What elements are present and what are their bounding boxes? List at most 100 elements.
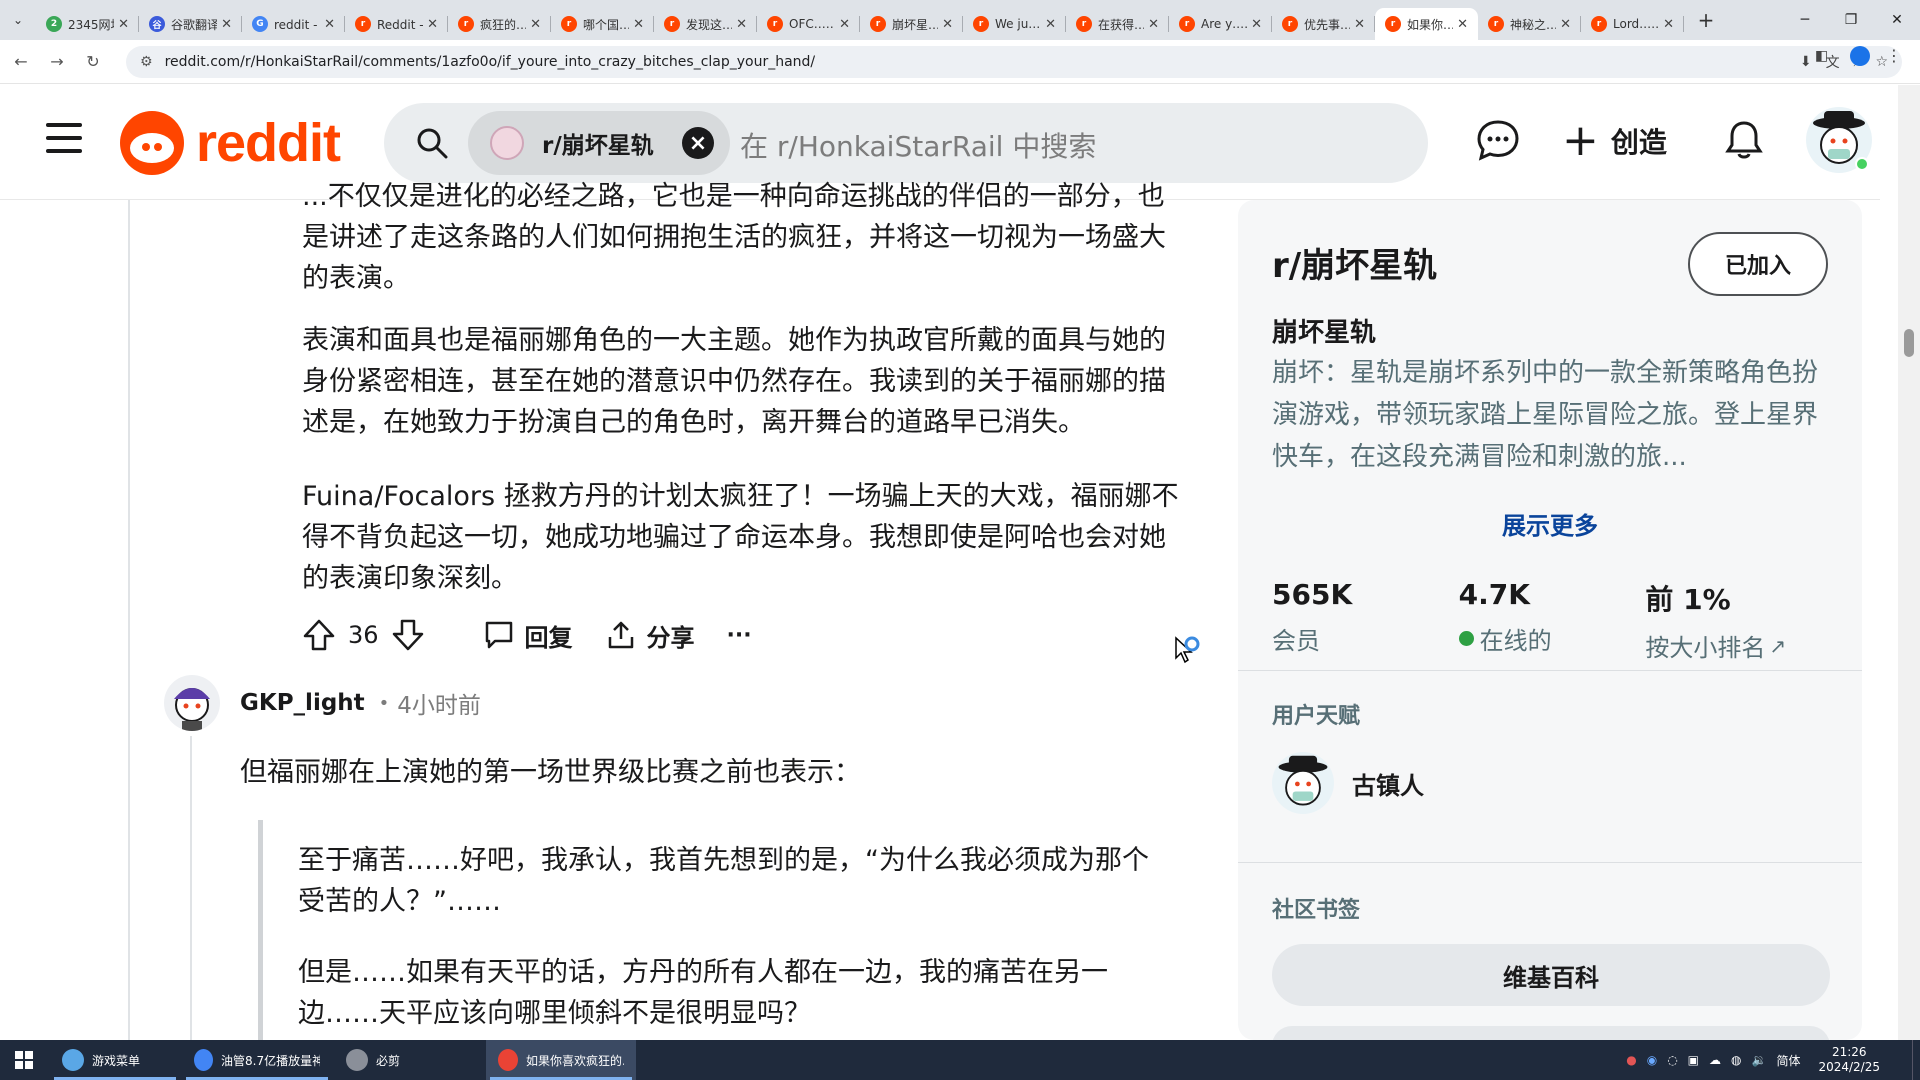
show-desktop-button[interactable] bbox=[1912, 1040, 1920, 1080]
site-info-icon[interactable]: ⚙ bbox=[140, 54, 153, 70]
browser-tab[interactable]: r 神秘之…… ✕ bbox=[1478, 8, 1581, 40]
tab-close-icon[interactable]: ✕ bbox=[1663, 17, 1674, 32]
notification-bell-icon[interactable] bbox=[1724, 119, 1764, 161]
tab-search-chevron-icon[interactable]: ⌄ bbox=[0, 0, 36, 40]
close-window-icon[interactable]: ✕ bbox=[1874, 0, 1920, 40]
tab-close-icon[interactable]: ✕ bbox=[427, 17, 438, 32]
volume-icon[interactable]: 🔉 bbox=[1752, 1053, 1767, 1067]
search-input[interactable]: 在 r/HonkaiStarRail 中搜索 bbox=[740, 125, 1096, 165]
reload-icon[interactable]: ↻ bbox=[78, 47, 108, 77]
browser-tab[interactable]: r 在获得…… ✕ bbox=[1066, 8, 1169, 40]
busy-cursor-icon bbox=[1175, 636, 1200, 664]
commenter-avatar[interactable] bbox=[164, 675, 220, 731]
post-paragraph-2: 表演和面具也是福丽娜角色的一大主题。她作为执政官所戴的面具与她的身份紧密相连，甚… bbox=[302, 325, 1166, 438]
taskbar-item[interactable]: 必剪 bbox=[334, 1040, 484, 1080]
user-flair[interactable]: 古镇人 bbox=[1272, 752, 1424, 814]
browser-tab[interactable]: r Reddit - 首页 ✕ bbox=[345, 8, 448, 40]
members-count: 565K bbox=[1272, 578, 1353, 611]
tab-close-icon[interactable]: ✕ bbox=[324, 17, 335, 32]
browser-tab[interactable]: 2 2345网址导航 ✕ bbox=[36, 8, 139, 40]
wiki-bookmark-button[interactable]: 维基百科 bbox=[1272, 944, 1830, 1006]
scrollbar-thumb[interactable] bbox=[1904, 329, 1914, 357]
browser-tab[interactable]: r OFC…… ✕ bbox=[757, 8, 860, 40]
comment-time: 4小时前 bbox=[397, 693, 481, 719]
browser-tab[interactable]: r 崩坏星…… ✕ bbox=[860, 8, 963, 40]
taskbar-item-label: 游戏菜单 bbox=[92, 1053, 141, 1068]
install-app-icon[interactable]: ⬇ bbox=[1800, 54, 1812, 70]
clear-chip-icon[interactable]: × bbox=[682, 127, 714, 159]
search-bar[interactable]: r/崩坏星轨 × 在 r/HonkaiStarRail 中搜索 bbox=[384, 103, 1428, 183]
clock[interactable]: 21:26 2024/2/25 bbox=[1818, 1045, 1880, 1075]
tab-close-icon[interactable]: ✕ bbox=[118, 17, 129, 32]
reply-button[interactable]: 回复 bbox=[483, 618, 573, 653]
subreddit-search-chip[interactable]: r/崩坏星轨 × bbox=[468, 111, 730, 175]
tab-close-icon[interactable]: ✕ bbox=[1251, 17, 1262, 32]
browser-tab[interactable]: 谷谷歌翻译 ✕ bbox=[139, 8, 242, 40]
comment-author[interactable]: GKP_light bbox=[240, 690, 365, 716]
browser-tab[interactable]: r 优先事…… ✕ bbox=[1272, 8, 1375, 40]
tray-record-icon[interactable]: ● bbox=[1626, 1053, 1636, 1067]
online-label: 在线的 bbox=[1479, 627, 1552, 655]
forward-icon[interactable]: → bbox=[42, 47, 72, 77]
browser-tab[interactable]: r Are y…… ✕ bbox=[1169, 8, 1272, 40]
tab-title: 崩坏星…… bbox=[892, 17, 938, 32]
show-more-link[interactable]: 展示更多 bbox=[1238, 506, 1862, 541]
new-tab-button[interactable]: + bbox=[1690, 4, 1722, 36]
subreddit-title[interactable]: r/崩坏星轨 bbox=[1272, 238, 1437, 287]
create-button[interactable]: + 创造 bbox=[1562, 115, 1667, 166]
browser-tab[interactable]: r Lord…… ✕ bbox=[1581, 8, 1684, 40]
hamburger-menu-icon[interactable] bbox=[46, 123, 82, 153]
comment-thread-line[interactable] bbox=[190, 736, 192, 1056]
tab-close-icon[interactable]: ✕ bbox=[839, 17, 850, 32]
tab-title: Lord…… bbox=[1613, 17, 1660, 31]
browser-tab[interactable]: r 哪个国…… ✕ bbox=[551, 8, 654, 40]
joined-button[interactable]: 已加入 bbox=[1688, 232, 1828, 296]
tab-close-icon[interactable]: ✕ bbox=[1560, 17, 1571, 32]
tab-close-icon[interactable]: ✕ bbox=[1354, 17, 1365, 32]
tab-title: We ju…… bbox=[995, 17, 1041, 31]
tab-close-icon[interactable]: ✕ bbox=[1457, 17, 1468, 32]
share-button[interactable]: 分享 bbox=[605, 618, 695, 653]
page-scrollbar[interactable] bbox=[1898, 85, 1920, 1040]
bookmark-button[interactable] bbox=[1272, 1026, 1830, 1040]
tab-close-icon[interactable]: ✕ bbox=[221, 17, 232, 32]
back-icon[interactable]: ← bbox=[6, 47, 36, 77]
upvote-icon[interactable] bbox=[302, 618, 336, 652]
taskbar-item[interactable]: 如果你喜欢疯狂的... bbox=[486, 1040, 636, 1080]
side-panel-icon[interactable]: ◧ bbox=[1815, 48, 1828, 64]
tray-cloud-icon[interactable]: ☁ bbox=[1709, 1053, 1721, 1067]
tab-close-icon[interactable]: ✕ bbox=[1045, 17, 1056, 32]
user-avatar[interactable] bbox=[1806, 107, 1872, 173]
reddit-logo[interactable]: reddit bbox=[120, 111, 341, 175]
tab-close-icon[interactable]: ✕ bbox=[942, 17, 953, 32]
tab-close-icon[interactable]: ✕ bbox=[530, 17, 541, 32]
chrome-menu-icon[interactable]: ⋮ bbox=[1886, 46, 1902, 65]
browser-tab[interactable]: Greddit - Google 搜索 ✕ bbox=[242, 8, 345, 40]
ime-indicator[interactable]: 简体 bbox=[1776, 1052, 1800, 1069]
downvote-icon[interactable] bbox=[391, 618, 425, 652]
more-options-button[interactable]: ··· bbox=[727, 623, 752, 648]
tab-close-icon[interactable]: ✕ bbox=[736, 17, 747, 32]
address-bar[interactable]: ⚙ reddit.com/r/HonkaiStarRail/comments/1… bbox=[126, 46, 1902, 78]
profile-icon[interactable] bbox=[1850, 46, 1870, 66]
restore-icon[interactable]: ❐ bbox=[1828, 0, 1874, 40]
browser-tab[interactable]: r 如果你…… ✕ bbox=[1375, 8, 1478, 40]
tab-close-icon[interactable]: ✕ bbox=[633, 17, 644, 32]
tab-close-icon[interactable]: ✕ bbox=[1148, 17, 1159, 32]
tab-favicon-icon: r bbox=[767, 16, 783, 32]
tray-app-icon[interactable]: ◉ bbox=[1647, 1053, 1657, 1067]
browser-tab[interactable]: r We ju…… ✕ bbox=[963, 8, 1066, 40]
stat-rank[interactable]: 前 1% 按大小排名 ↗ bbox=[1645, 578, 1832, 663]
windows-start-icon[interactable] bbox=[0, 1040, 48, 1080]
minimize-icon[interactable]: ─ bbox=[1782, 0, 1828, 40]
browser-tab[interactable]: r 疯狂的…… ✕ bbox=[448, 8, 551, 40]
tray-chat-icon[interactable]: ▣ bbox=[1688, 1053, 1699, 1067]
chat-icon[interactable] bbox=[1476, 119, 1520, 161]
tray-security-icon[interactable]: ◍ bbox=[1731, 1053, 1741, 1067]
taskbar-item[interactable]: 油管8.7亿播放量神... bbox=[182, 1040, 332, 1080]
taskbar-item[interactable]: 游戏菜单 bbox=[50, 1040, 180, 1080]
search-icon[interactable] bbox=[416, 127, 448, 159]
tray-network-icon[interactable]: ◌ bbox=[1667, 1053, 1677, 1067]
browser-tab[interactable]: r 发现这…… ✕ bbox=[654, 8, 757, 40]
comment-actions: 36 回复 分享 ··· bbox=[302, 612, 784, 658]
